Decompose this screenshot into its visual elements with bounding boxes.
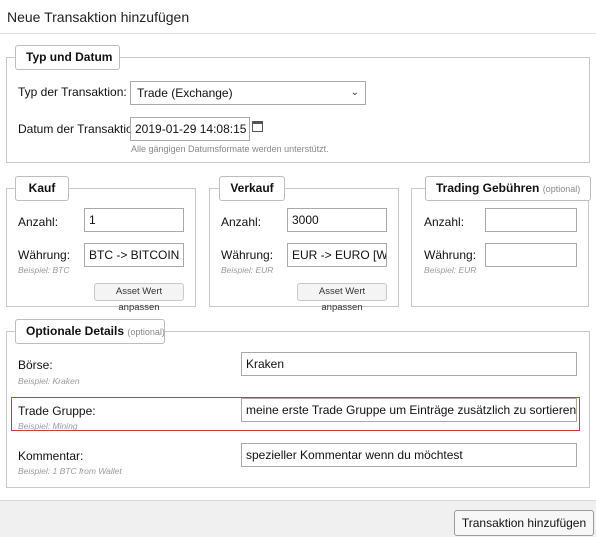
date-format-hint: Alle gängigen Datumsformate werden unter… bbox=[131, 144, 329, 154]
calendar-icon[interactable] bbox=[252, 121, 263, 132]
gebuehren-example: Beispiel: EUR bbox=[424, 265, 477, 275]
boerse-value: Kraken bbox=[246, 357, 285, 371]
details-legend: Optionale Details (optional) bbox=[15, 319, 165, 344]
gebuehren-currency-input[interactable] bbox=[485, 243, 577, 267]
verkauf-currency-value: EUR -> EURO [WÄ bbox=[292, 248, 387, 262]
kauf-adjust-asset-button[interactable]: Asset Wert anpassen bbox=[94, 283, 184, 313]
boerse-input[interactable]: Kraken bbox=[241, 352, 577, 376]
kommentar-input[interactable]: spezieller Kommentar wenn du möchtest bbox=[241, 443, 577, 467]
transaction-date-input[interactable]: 2019-01-29 14:08:15 bbox=[130, 117, 250, 141]
verkauf-amount-label: Anzahl: bbox=[221, 215, 262, 229]
kauf-currency-value: BTC -> BITCOIN [C bbox=[89, 248, 183, 262]
kauf-legend: Kauf bbox=[15, 176, 69, 201]
kauf-example: Beispiel: BTC bbox=[18, 265, 70, 275]
verkauf-amount-value: 3000 bbox=[292, 213, 319, 227]
transaction-type-select[interactable]: Trade (Exchange) ⌄ bbox=[130, 81, 366, 105]
transaction-date-value: 2019-01-29 14:08:15 bbox=[135, 122, 247, 136]
dialog-content: Typ und Datum Typ der Transaktion: Trade… bbox=[0, 34, 596, 500]
date-label: Datum der Transaktion: bbox=[18, 122, 143, 136]
dialog-title: Neue Transaktion hinzufügen bbox=[7, 9, 190, 25]
boerse-example: Beispiel: Kraken bbox=[18, 376, 80, 386]
kommentar-value: spezieller Kommentar wenn du möchtest bbox=[246, 448, 463, 462]
verkauf-adjust-asset-label: Asset Wert anpassen bbox=[318, 286, 366, 313]
verkauf-adjust-asset-button[interactable]: Asset Wert anpassen bbox=[297, 283, 387, 313]
typ-datum-legend: Typ und Datum bbox=[15, 45, 120, 70]
type-label: Typ der Transaktion: bbox=[18, 85, 127, 99]
dialog-titlebar: Neue Transaktion hinzufügen bbox=[0, 0, 596, 34]
typ-datum-legend-text: Typ und Datum bbox=[26, 50, 113, 64]
gebuehren-legend: Trading Gebühren (optional) bbox=[425, 176, 592, 201]
kauf-legend-text: Kauf bbox=[28, 181, 56, 195]
gebuehren-amount-input[interactable] bbox=[485, 208, 577, 232]
kauf-currency-label: Währung: bbox=[18, 248, 71, 262]
kauf-currency-input[interactable]: BTC -> BITCOIN [C bbox=[84, 243, 184, 267]
kauf-amount-value: 1 bbox=[89, 213, 96, 227]
submit-transaction-button[interactable]: Transaktion hinzufügen bbox=[454, 510, 594, 536]
verkauf-currency-input[interactable]: EUR -> EURO [WÄ bbox=[287, 243, 387, 267]
kauf-amount-input[interactable]: 1 bbox=[84, 208, 184, 232]
dialog-footer: Transaktion hinzufügen bbox=[0, 500, 596, 537]
details-optional-tag: (optional) bbox=[127, 327, 165, 337]
kauf-amount-label: Anzahl: bbox=[18, 215, 59, 229]
chevron-down-icon: ⌄ bbox=[350, 87, 359, 98]
trade-gruppe-highlight bbox=[11, 397, 580, 431]
gebuehren-amount-label: Anzahl: bbox=[424, 215, 465, 229]
verkauf-legend-text: Verkauf bbox=[230, 181, 274, 195]
kommentar-label: Kommentar: bbox=[18, 449, 84, 463]
gebuehren-optional-tag: (optional) bbox=[542, 184, 581, 194]
transaction-type-value: Trade (Exchange) bbox=[137, 86, 233, 100]
verkauf-example: Beispiel: EUR bbox=[221, 265, 274, 275]
verkauf-amount-input[interactable]: 3000 bbox=[287, 208, 387, 232]
submit-transaction-label: Transaktion hinzufügen bbox=[461, 516, 587, 530]
kauf-adjust-asset-label: Asset Wert anpassen bbox=[115, 286, 163, 313]
gebuehren-currency-label: Währung: bbox=[424, 248, 477, 262]
gebuehren-legend-text: Trading Gebühren bbox=[436, 181, 540, 195]
details-legend-text: Optionale Details bbox=[26, 324, 125, 338]
verkauf-currency-label: Währung: bbox=[221, 248, 274, 262]
kommentar-example: Beispiel: 1 BTC from Wallet bbox=[18, 466, 122, 476]
verkauf-legend: Verkauf bbox=[219, 176, 285, 201]
boerse-label: Börse: bbox=[18, 358, 53, 372]
